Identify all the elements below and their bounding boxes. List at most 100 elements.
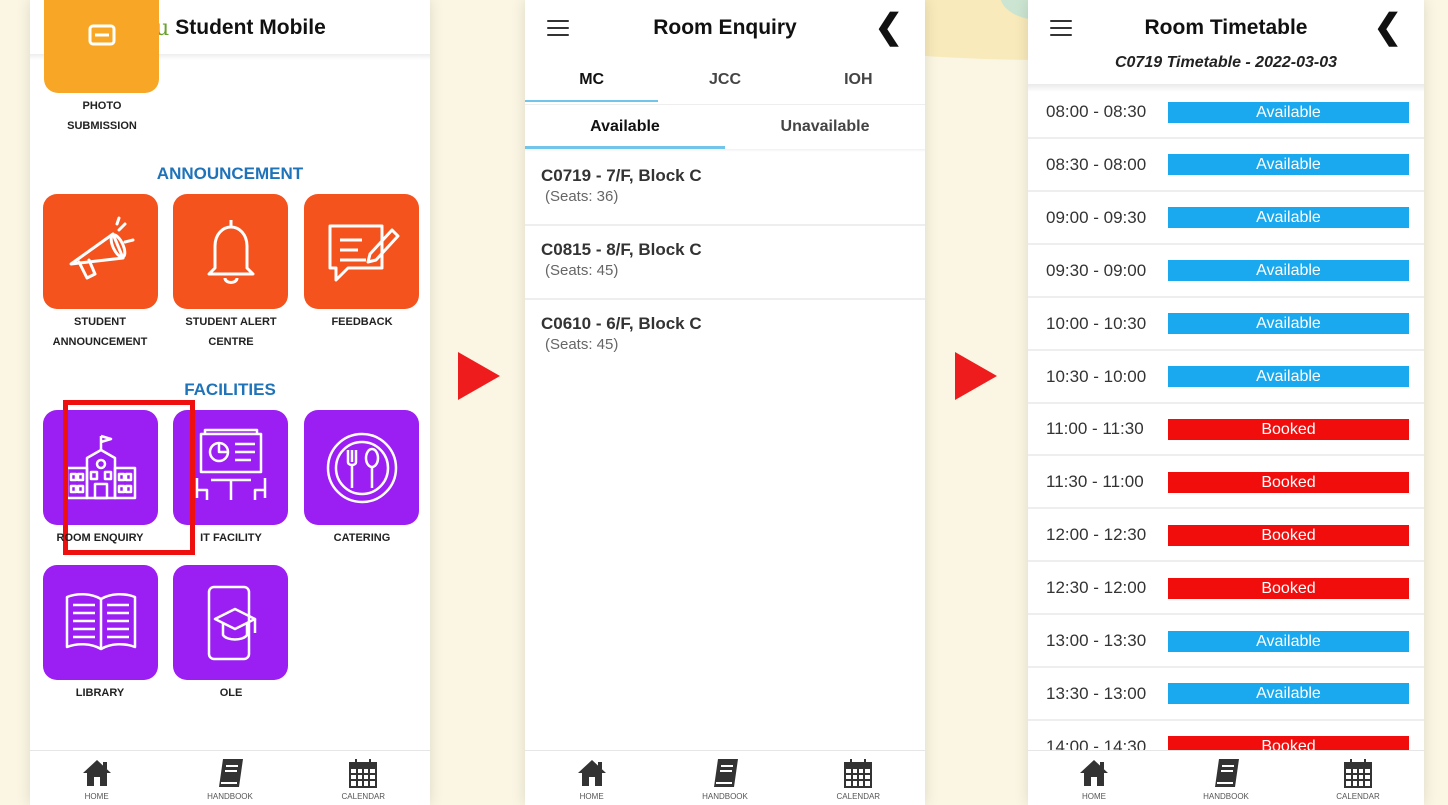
availability-tabs: Available Unavailable [525,104,925,148]
library-tile[interactable] [43,565,158,680]
calendar-icon [844,759,873,788]
list-item-room[interactable]: C0815 - 8/F, Block C (Seats: 45) [525,226,925,300]
page-title: Room Timetable [1144,16,1308,39]
timetable-slot[interactable]: 08:30 - 08:00 Available [1028,140,1424,192]
slot-time: 11:00 - 11:30 [1046,419,1144,439]
feedback-icon [328,224,399,281]
home-icon [82,760,111,786]
room-seats: (Seats: 45) [545,262,619,279]
graduation-cap-icon [207,585,256,660]
slot-status-badge: Available [1168,101,1409,123]
slot-time: 08:00 - 08:30 [1046,102,1147,121]
student-alert-centre-label: STUDENT ALERT CENTRE [185,316,277,348]
student-alert-centre-tile[interactable] [173,194,288,309]
slot-time: 10:30 - 10:00 [1046,366,1147,386]
slot-status-badge: Available [1168,207,1409,229]
menu-icon[interactable] [547,20,569,36]
calendar-icon [1344,759,1372,788]
tab-unavailable[interactable]: Unavailable [725,105,925,148]
slot-status-badge: Booked [1168,524,1409,546]
timetable-slot[interactable]: 08:00 - 08:30 Available [1028,87,1424,139]
it-facility-label: IT FACILITY [200,532,262,544]
room-name: C0610 - 6/F, Block C [541,314,702,333]
list-item-room[interactable]: C0719 - 7/F, Block C (Seats: 36) [525,152,925,226]
catering-tile[interactable] [304,410,419,525]
timetable-slot[interactable]: 10:30 - 10:00 Available [1028,352,1424,404]
timetable-slot[interactable]: 12:30 - 12:00 Booked [1028,563,1424,616]
bottom-nav: HOME HANDBOOK CALENDAR [30,750,430,805]
timetable-slot[interactable]: 11:00 - 11:30 Booked [1028,404,1424,457]
slot-time: 12:00 - 12:30 [1046,525,1147,545]
app-header: Room Enquiry ❮ [525,0,925,56]
page-title: Student Mobile [175,16,326,39]
timetable-slot[interactable]: 09:30 - 09:00 Available [1028,246,1424,298]
room-name: C0815 - 8/F, Block C [541,240,702,259]
slot-status-badge: Available [1168,260,1409,282]
slot-status-badge: Available [1168,313,1409,335]
page-title: Room Enquiry [653,16,797,39]
room-timetable-screen: Room Timetable ❮ C0719 Timetable - 2022-… [1028,0,1424,805]
student-announcement-label: STUDENT ANNOUNCEMENT [52,316,148,348]
photo-submission-tile[interactable] [44,0,159,93]
handbook-icon [713,759,738,787]
cutlery-icon [326,432,397,503]
campus-tab-indicator [525,100,658,102]
book-icon [65,592,136,650]
home-icon [1080,760,1108,786]
timetable-slot[interactable]: 13:30 - 13:00 Available [1028,669,1424,721]
tab-mc[interactable]: MC [525,58,658,102]
flow-arrow-2 [955,352,997,400]
timetable-subtitle: C0719 Timetable - 2022-03-03 [1114,54,1338,71]
slot-time: 13:00 - 13:30 [1046,631,1147,650]
slot-time: 08:30 - 08:00 [1046,154,1147,174]
calendar-icon [349,759,378,788]
megaphone-icon [69,216,134,279]
slot-status-badge: Available [1168,683,1409,705]
tab-jcc[interactable]: JCC [658,58,791,102]
campus-tabs: MC JCC IOH [525,58,925,102]
slot-time: 09:30 - 09:00 [1046,260,1147,280]
handbook-icon [1215,759,1239,787]
nav-home[interactable]: HOME [1039,756,1149,801]
student-announcement-tile[interactable] [43,194,158,309]
nav-calendar[interactable]: CALENDAR [1303,756,1413,801]
facilities-heading: FACILITIES [184,380,276,399]
slot-time: 10:00 - 10:30 [1046,313,1147,333]
bottom-nav: HOME HANDBOOK CALENDAR [1028,750,1424,805]
nav-home[interactable]: HOME [537,756,647,801]
nav-calendar[interactable]: CALENDAR [803,756,913,801]
tab-available[interactable]: Available [525,105,725,148]
slot-status-badge: Booked [1168,418,1409,440]
home-icon [577,760,606,786]
nav-handbook[interactable]: HANDBOOK [1171,756,1281,801]
app-header: Room Timetable ❮ [1028,0,1424,56]
slot-status-badge: Available [1168,630,1409,652]
nav-handbook[interactable]: HANDBOOK [175,756,285,801]
slot-status-badge: Available [1168,154,1409,176]
timetable-slot[interactable]: 11:30 - 11:00 Booked [1028,457,1424,510]
menu-icon[interactable] [1050,20,1072,36]
feedback-tile[interactable] [304,194,419,309]
catering-label: CATERING [333,532,391,544]
slot-time: 12:30 - 12:00 [1046,578,1147,598]
slot-time: 09:00 - 09:30 [1046,207,1147,227]
room-seats: (Seats: 36) [545,188,619,205]
timetable-slot[interactable]: 10:00 - 10:30 Available [1028,299,1424,351]
back-icon[interactable]: ❮ [1374,10,1403,44]
timetable-slot[interactable]: 09:00 - 09:30 Available [1028,193,1424,245]
tab-ioh[interactable]: IOH [792,58,925,102]
bell-icon [207,219,254,284]
photo-id-icon [88,24,115,45]
timetable-slot[interactable]: 12:00 - 12:30 Booked [1028,510,1424,563]
nav-calendar[interactable]: CALENDAR [308,756,418,801]
back-icon[interactable]: ❮ [875,10,904,44]
nav-handbook[interactable]: HANDBOOK [670,756,780,801]
ole-label: OLE [219,687,243,699]
nav-home[interactable]: HOME [42,756,152,801]
ole-tile[interactable] [173,565,288,680]
timetable-slot[interactable]: 13:00 - 13:30 Available [1028,616,1424,668]
room-enquiry-screen: Room Enquiry ❮ MC JCC IOH Available Unav… [525,0,925,805]
list-item-room[interactable]: C0610 - 6/F, Block C (Seats: 45) [525,300,925,374]
bottom-nav: HOME HANDBOOK CALENDAR [525,750,925,805]
presentation-icon [195,428,266,500]
